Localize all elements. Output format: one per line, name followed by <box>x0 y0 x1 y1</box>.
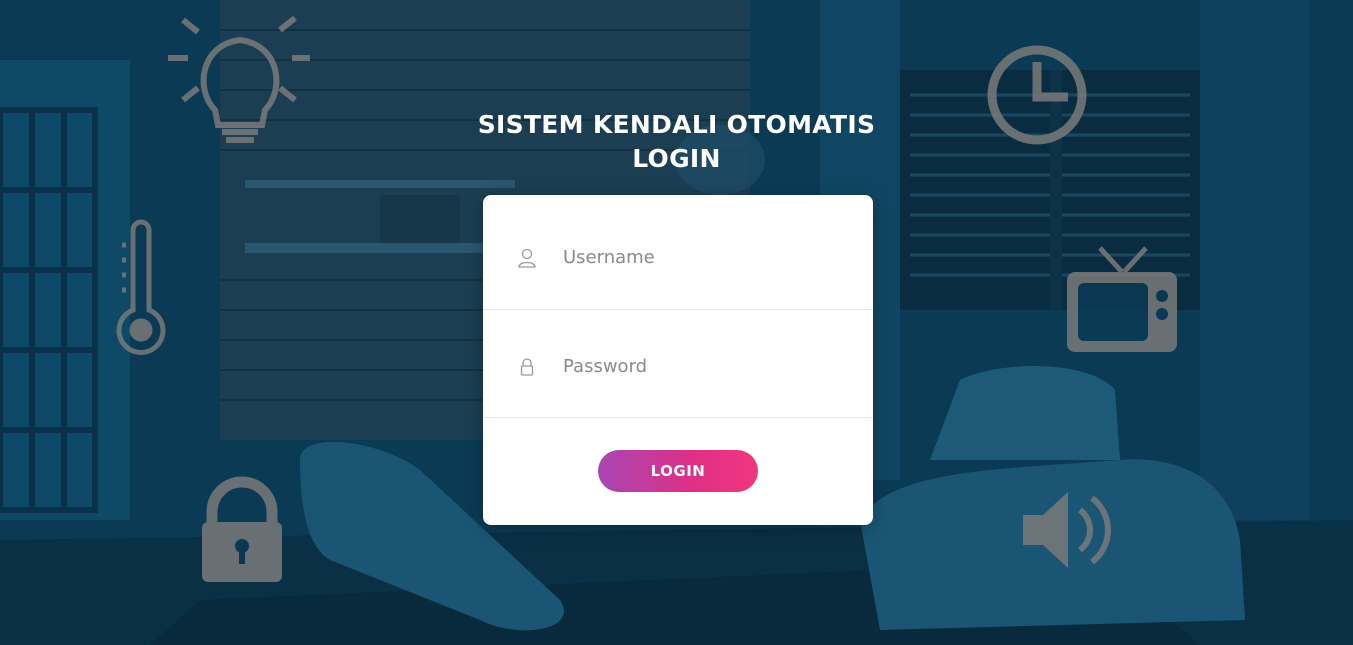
password-row <box>483 309 873 418</box>
padlock-icon <box>202 476 282 582</box>
page-title: SISTEM KENDALI OTOMATIS LOGIN <box>0 108 1353 176</box>
username-input[interactable] <box>563 242 843 272</box>
tv-icon <box>1067 246 1177 352</box>
login-card: LOGIN <box>483 195 873 525</box>
username-row <box>483 200 873 310</box>
thermometer-icon <box>116 219 166 355</box>
speaker-icon <box>1023 492 1111 568</box>
password-input[interactable] <box>563 351 843 381</box>
login-button[interactable]: LOGIN <box>598 450 758 492</box>
title-line-1: SISTEM KENDALI OTOMATIS <box>477 110 876 139</box>
lock-icon <box>517 357 537 377</box>
user-icon <box>517 248 537 268</box>
title-line-2: LOGIN <box>632 144 721 173</box>
